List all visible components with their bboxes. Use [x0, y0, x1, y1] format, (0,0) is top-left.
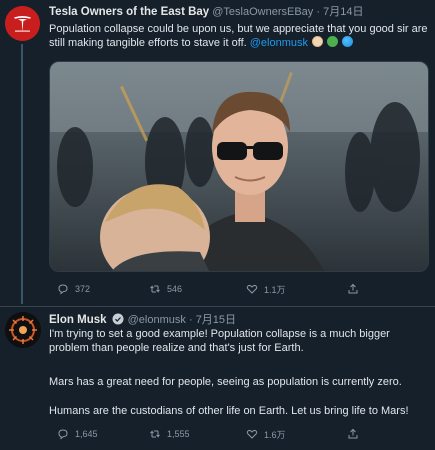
- retweet-button[interactable]: 1,555: [149, 426, 190, 442]
- avatar-image: [5, 312, 41, 348]
- baby-emoji-icon: [312, 36, 324, 47]
- retweet-button[interactable]: 546: [149, 281, 182, 297]
- tweet-photo[interactable]: [49, 61, 429, 272]
- reply-icon: [58, 429, 68, 440]
- tweet-actions: 372 546 1.1万: [49, 281, 429, 297]
- tweet-header: Tesla Owners of the East Bay @TeslaOwner…: [49, 5, 363, 19]
- share-icon: [348, 428, 358, 439]
- retweet-icon: [150, 430, 160, 438]
- reply-button[interactable]: 1,645: [57, 426, 98, 442]
- tweet-body: Population collapse could be upon us, bu…: [49, 23, 428, 49]
- like-button[interactable]: 1.1万: [246, 281, 286, 297]
- share-icon: [348, 283, 358, 294]
- tweet-paragraph-2: Mars has a great need for people, seeing…: [49, 376, 402, 388]
- avatar-elon-musk[interactable]: [5, 312, 41, 348]
- tweet-paragraph-3: Humans are the custodians of other life …: [49, 405, 409, 417]
- share-button[interactable]: [347, 426, 359, 442]
- retweet-icon: [150, 285, 160, 293]
- user-handle[interactable]: @elonmusk: [128, 314, 186, 326]
- display-name[interactable]: Tesla Owners of the East Bay: [49, 6, 209, 18]
- separator-dot: ·: [316, 6, 321, 18]
- reply-count: 372: [75, 284, 91, 294]
- tweet-tesla-owners[interactable]: Tesla Owners of the East Bay @TeslaOwner…: [0, 0, 435, 306]
- retweet-count: 1,555: [167, 429, 190, 439]
- photo-elon-with-baby: [50, 62, 428, 271]
- separator-dot: ·: [188, 314, 193, 326]
- tweet-date[interactable]: 7月14日: [323, 6, 363, 18]
- like-icon: [246, 284, 258, 294]
- tesla-logo-icon: [5, 6, 40, 41]
- like-count: 1.1万: [264, 284, 286, 295]
- green-heart-icon: [327, 36, 339, 47]
- like-button[interactable]: 1.6万: [246, 426, 286, 442]
- tweet-header: Elon Musk @elonmusk · 7月15日: [49, 313, 236, 327]
- user-handle[interactable]: @TeslaOwnersEBay: [212, 6, 313, 18]
- reply-icon: [58, 284, 68, 295]
- like-icon: [246, 429, 258, 439]
- share-button[interactable]: [347, 281, 359, 297]
- globe-icon: [342, 36, 354, 47]
- tweet-text: Population collapse could be upon us, bu…: [49, 22, 429, 50]
- mention-link[interactable]: @elonmusk: [250, 37, 308, 49]
- tweet-date[interactable]: 7月15日: [196, 314, 236, 326]
- retweet-count: 546: [167, 284, 183, 294]
- reply-button[interactable]: 372: [57, 281, 90, 297]
- thread-connector-line: [21, 44, 23, 304]
- tweet-paragraph-1: I'm trying to set a good example! Popula…: [49, 328, 390, 354]
- reply-count: 1,645: [75, 429, 98, 439]
- verified-badge-icon: [112, 313, 124, 325]
- display-name[interactable]: Elon Musk: [49, 314, 107, 326]
- tweet-actions: 1,645 1,555 1.6万: [49, 426, 429, 442]
- avatar-tesla-owners[interactable]: [5, 6, 40, 41]
- like-count: 1.6万: [264, 429, 286, 440]
